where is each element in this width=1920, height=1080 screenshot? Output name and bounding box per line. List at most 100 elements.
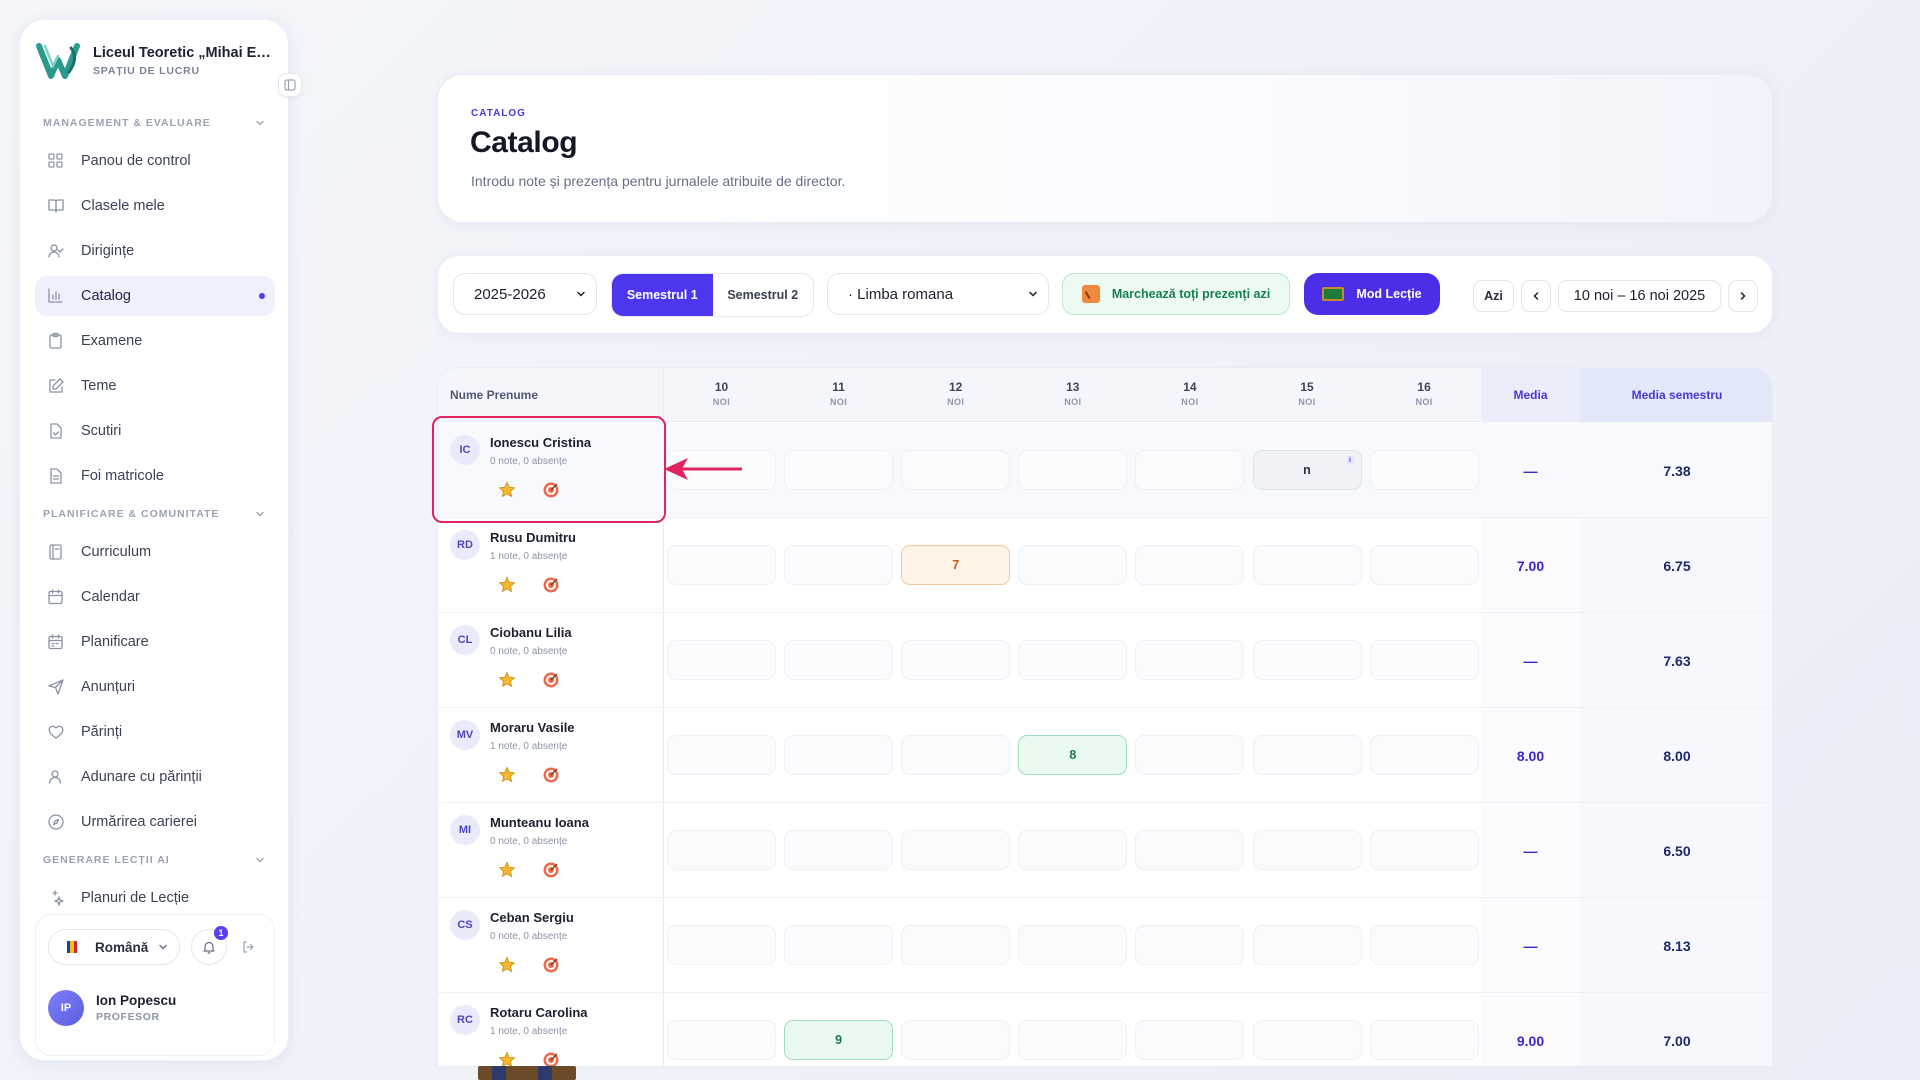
grade-cell[interactable]: 9 — [784, 1020, 894, 1060]
sidebar-item-diriginte[interactable]: Dirigințe — [35, 231, 275, 271]
grade-cell[interactable] — [784, 545, 894, 585]
sidebar-item-panou-de-control[interactable]: Panou de control — [35, 141, 275, 181]
sidebar-item-adunare-cu-parintii[interactable]: Adunare cu părinții — [35, 757, 275, 797]
grade-cell[interactable] — [1252, 735, 1362, 775]
lesson-mode-button[interactable]: Mod Lecție — [1304, 273, 1440, 315]
grade-cell[interactable] — [1369, 1020, 1479, 1060]
grade-cell[interactable] — [1369, 830, 1479, 870]
grade-cell[interactable] — [667, 640, 776, 680]
student-name[interactable]: Moraru Vasile — [490, 720, 575, 735]
collapse-sidebar-button[interactable] — [278, 73, 302, 97]
grade-cell[interactable] — [1252, 640, 1362, 680]
award-star-button[interactable] — [498, 671, 516, 689]
previous-week-button[interactable] — [1521, 280, 1551, 312]
semester-1-button[interactable]: Semestrul 1 — [612, 274, 713, 316]
grade-cell[interactable] — [1018, 830, 1128, 870]
grade-cell[interactable] — [667, 830, 776, 870]
nav-section-header[interactable]: MANAGEMENT & EVALUARE — [35, 110, 275, 136]
brand[interactable]: Liceul Teoretic „Mihai Emi... SPAȚIU DE … — [35, 38, 273, 84]
goal-target-button[interactable] — [542, 766, 560, 784]
grade-cell[interactable] — [1369, 450, 1479, 490]
mark-all-present-button[interactable]: Marchează toți prezenți azi — [1062, 273, 1290, 315]
grade-cell[interactable] — [784, 450, 894, 490]
sidebar-item-teme[interactable]: Teme — [35, 366, 275, 406]
grade-cell[interactable]: 8 — [1018, 735, 1128, 775]
grade-cell[interactable] — [1018, 640, 1128, 680]
sidebar-item-catalog[interactable]: Catalog — [35, 276, 275, 316]
sidebar-item-urmarirea-carierei[interactable]: Urmărirea carierei — [35, 802, 275, 842]
student-name[interactable]: Rusu Dumitru — [490, 530, 576, 545]
goal-target-button[interactable] — [542, 671, 560, 689]
grade-cell[interactable]: ni — [1252, 450, 1362, 490]
grade-cell[interactable] — [1135, 830, 1245, 870]
student-name[interactable]: Munteanu Ioana — [490, 815, 589, 830]
grade-cell[interactable] — [1135, 925, 1245, 965]
grade-cell[interactable] — [901, 450, 1011, 490]
nav-section-header[interactable]: GENERARE LECȚII AI — [35, 847, 275, 873]
grade-cell[interactable] — [667, 1020, 776, 1060]
grade-cell[interactable] — [1369, 925, 1479, 965]
nav-section-header[interactable]: PLANIFICARE & COMUNITATE — [35, 501, 275, 527]
grade-cell[interactable] — [1252, 830, 1362, 870]
subject-select[interactable]: · Limba romana — [827, 273, 1049, 315]
grade-cell[interactable] — [667, 925, 776, 965]
logout-button[interactable] — [238, 937, 258, 957]
sidebar-item-planificare[interactable]: Planificare — [35, 622, 275, 662]
goal-target-button[interactable] — [542, 1051, 560, 1066]
goal-target-button[interactable] — [542, 861, 560, 879]
grade-cell[interactable] — [1135, 545, 1245, 585]
user-profile[interactable]: IP Ion Popescu PROFESOR — [48, 990, 176, 1026]
award-star-button[interactable] — [498, 861, 516, 879]
sidebar-item-examene[interactable]: Examene — [35, 321, 275, 361]
grade-cell[interactable] — [1252, 925, 1362, 965]
grade-cell[interactable]: 7 — [901, 545, 1011, 585]
grade-cell[interactable] — [1252, 545, 1362, 585]
notifications-button[interactable]: 1 — [191, 926, 228, 965]
today-button[interactable]: Azi — [1473, 280, 1514, 312]
grade-cell[interactable] — [1252, 1020, 1362, 1060]
sidebar-item-curriculum[interactable]: Curriculum — [35, 532, 275, 572]
award-star-button[interactable] — [498, 576, 516, 594]
next-week-button[interactable] — [1728, 280, 1758, 312]
goal-target-button[interactable] — [542, 576, 560, 594]
grade-cell[interactable] — [1369, 735, 1479, 775]
grade-cell[interactable] — [784, 830, 894, 870]
grade-cell[interactable] — [901, 830, 1011, 870]
grade-cell[interactable] — [1018, 1020, 1128, 1060]
sidebar-item-calendar[interactable]: Calendar — [35, 577, 275, 617]
semester-2-button[interactable]: Semestrul 2 — [712, 274, 813, 316]
grade-cell[interactable] — [784, 640, 894, 680]
grade-cell[interactable] — [784, 735, 894, 775]
award-star-button[interactable] — [498, 766, 516, 784]
grade-cell[interactable] — [901, 925, 1011, 965]
school-year-select[interactable]: 2025-2026 — [453, 273, 597, 315]
sidebar-item-parinti[interactable]: Părinți — [35, 712, 275, 752]
sidebar-item-anunturi[interactable]: Anunțuri — [35, 667, 275, 707]
grade-cell[interactable] — [901, 640, 1011, 680]
grade-cell[interactable] — [1369, 545, 1479, 585]
grade-cell[interactable] — [1135, 1020, 1245, 1060]
grade-cell[interactable] — [1018, 450, 1128, 490]
student-name[interactable]: Rotaru Carolina — [490, 1005, 588, 1020]
grade-cell[interactable] — [784, 925, 894, 965]
grade-cell[interactable] — [1369, 640, 1479, 680]
grade-cell[interactable] — [1135, 735, 1245, 775]
award-star-button[interactable] — [498, 1051, 516, 1066]
grade-cell[interactable] — [1018, 545, 1128, 585]
language-selector[interactable]: Română — [48, 929, 180, 965]
grade-cell[interactable] — [1018, 925, 1128, 965]
grade-cell[interactable] — [1135, 640, 1245, 680]
student-name[interactable]: Ceban Sergiu — [490, 910, 574, 925]
grade-cell[interactable] — [901, 1020, 1011, 1060]
sidebar-item-scutiri[interactable]: Scutiri — [35, 411, 275, 451]
sidebar-item-clasele-mele[interactable]: Clasele mele — [35, 186, 275, 226]
grade-cell[interactable] — [667, 545, 776, 585]
award-star-button[interactable] — [498, 956, 516, 974]
sidebar-item-foi-matricole[interactable]: Foi matricole — [35, 456, 275, 496]
goal-target-button[interactable] — [542, 956, 560, 974]
grade-cell[interactable] — [1135, 450, 1245, 490]
grade-cell[interactable] — [901, 735, 1011, 775]
grade-cell[interactable] — [667, 735, 776, 775]
sidebar-item-planuri-de-lectie[interactable]: Planuri de Lecție — [35, 878, 275, 918]
student-name[interactable]: Ciobanu Lilia — [490, 625, 572, 640]
